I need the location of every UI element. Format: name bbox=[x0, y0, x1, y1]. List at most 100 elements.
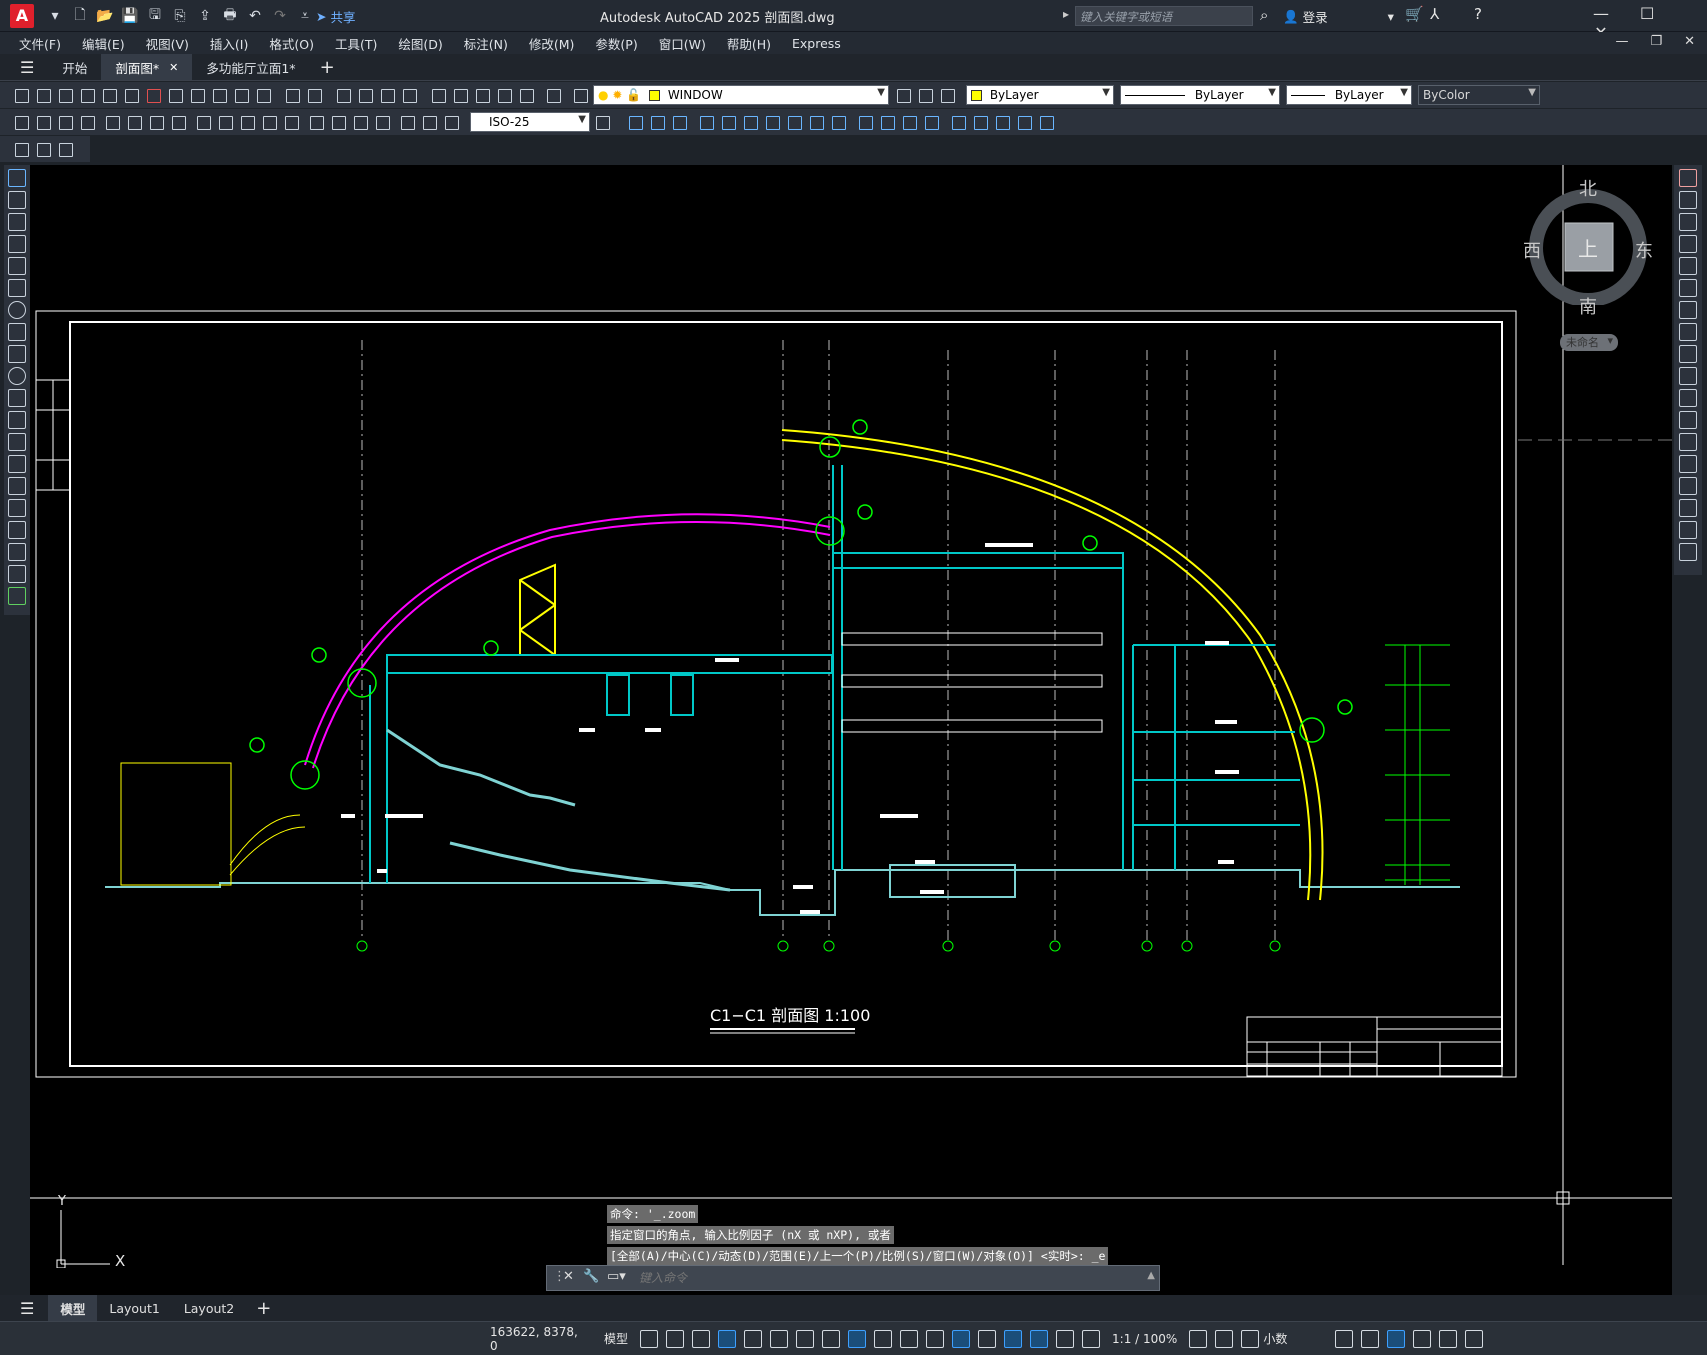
menu-parametric[interactable]: 参数(P) bbox=[595, 34, 637, 53]
thicken-icon[interactable] bbox=[948, 112, 968, 132]
extend-icon[interactable] bbox=[1679, 389, 1697, 407]
dynamic-ucs-icon[interactable] bbox=[978, 1329, 997, 1348]
viewcube-north[interactable]: 北 bbox=[1579, 175, 1597, 201]
revision-cloud-icon[interactable] bbox=[8, 323, 26, 341]
auto-scale-icon[interactable] bbox=[1082, 1329, 1101, 1348]
copy-object-icon[interactable] bbox=[1679, 191, 1697, 209]
print-icon[interactable]: 🖶 bbox=[219, 5, 241, 27]
layer-properties-icon[interactable] bbox=[570, 85, 590, 105]
radius-icon[interactable] bbox=[102, 112, 122, 132]
restore-icon[interactable]: ❐ bbox=[1650, 34, 1662, 49]
clean-screen-icon[interactable] bbox=[1439, 1329, 1458, 1348]
new-tab-icon[interactable]: + bbox=[320, 57, 335, 78]
customize-icon[interactable]: ⩡ bbox=[294, 5, 316, 27]
menu-window[interactable]: 窗口(W) bbox=[659, 34, 706, 53]
line-icon[interactable] bbox=[8, 169, 26, 187]
polar-tracking-icon[interactable] bbox=[770, 1329, 789, 1348]
chevron-down-icon[interactable]: ▾ bbox=[44, 5, 66, 27]
edit-text-icon[interactable] bbox=[419, 112, 439, 132]
help-icon[interactable] bbox=[543, 85, 563, 105]
multiline-text-icon[interactable] bbox=[8, 565, 26, 583]
explode-icon[interactable] bbox=[1679, 543, 1697, 561]
selection-cycling-icon[interactable] bbox=[926, 1329, 945, 1348]
zoom-realtime-icon[interactable] bbox=[355, 85, 375, 105]
menu-insert[interactable]: 插入(I) bbox=[210, 34, 248, 53]
copy-icon[interactable] bbox=[187, 85, 207, 105]
dynamic-input-icon[interactable] bbox=[718, 1329, 737, 1348]
arc-length-icon[interactable] bbox=[55, 112, 75, 132]
object-snap-tracking-icon[interactable] bbox=[822, 1329, 841, 1348]
stretch-icon[interactable] bbox=[1679, 345, 1697, 363]
scale-icon[interactable] bbox=[1679, 323, 1697, 341]
rectangle-icon[interactable] bbox=[8, 257, 26, 275]
jogged-linear-icon[interactable] bbox=[372, 112, 392, 132]
ellipse-arc-icon[interactable] bbox=[8, 389, 26, 407]
redo-icon[interactable]: ↷ bbox=[269, 5, 291, 27]
revolve-icon[interactable] bbox=[784, 112, 804, 132]
command-input[interactable] bbox=[639, 1269, 1139, 1287]
circle-icon[interactable] bbox=[8, 301, 26, 319]
new-icon[interactable] bbox=[11, 85, 31, 105]
publish-icon[interactable] bbox=[121, 85, 141, 105]
close-tab-icon[interactable]: ✕ bbox=[169, 61, 178, 74]
menu-dimension[interactable]: 标注(N) bbox=[464, 34, 508, 53]
viewcube-west[interactable]: 西 bbox=[1523, 237, 1541, 263]
space-icon[interactable] bbox=[259, 112, 279, 132]
tab-hall-elevation[interactable]: 多功能厅立面1* bbox=[192, 54, 309, 80]
zoom-previous-icon[interactable] bbox=[399, 85, 419, 105]
hamburger-menu-icon[interactable]: ☰ bbox=[20, 1299, 34, 1318]
tool-palettes-icon[interactable] bbox=[472, 85, 492, 105]
annotation-visibility-icon[interactable] bbox=[1056, 1329, 1075, 1348]
solid-torus-icon[interactable] bbox=[740, 112, 760, 132]
web-save-icon[interactable]: ⎘ bbox=[169, 5, 191, 27]
angular-icon[interactable] bbox=[168, 112, 188, 132]
loft-icon[interactable] bbox=[828, 112, 848, 132]
linear-dimension-icon[interactable] bbox=[11, 112, 31, 132]
fillet-icon[interactable] bbox=[1679, 499, 1697, 517]
polyline-icon[interactable] bbox=[8, 213, 26, 231]
menu-file[interactable]: 文件(F) bbox=[19, 34, 61, 53]
rotate-icon[interactable] bbox=[1679, 301, 1697, 319]
upload-icon[interactable]: ⇪ bbox=[194, 5, 216, 27]
new-file-icon[interactable]: 🗋 bbox=[69, 5, 91, 27]
close-icon[interactable]: ✕ bbox=[563, 1269, 574, 1284]
solid-box-icon[interactable] bbox=[625, 112, 645, 132]
add-selected-icon[interactable] bbox=[8, 587, 26, 605]
menu-edit[interactable]: 编辑(E) bbox=[82, 34, 125, 53]
arc-icon[interactable] bbox=[8, 279, 26, 297]
mirror-icon[interactable] bbox=[1679, 213, 1697, 231]
baseline-icon[interactable] bbox=[215, 112, 235, 132]
layer-isolate-icon[interactable] bbox=[33, 139, 53, 159]
make-block-icon[interactable] bbox=[8, 433, 26, 451]
zoom-window-icon[interactable] bbox=[377, 85, 397, 105]
join-icon[interactable] bbox=[1679, 455, 1697, 473]
open-folder-icon[interactable]: 📂 bbox=[94, 5, 116, 27]
help-icon[interactable]: ? bbox=[1474, 5, 1482, 23]
menu-view[interactable]: 视图(V) bbox=[146, 34, 189, 53]
viewcube-east[interactable]: 东 bbox=[1635, 237, 1653, 263]
menu-format[interactable]: 格式(O) bbox=[269, 34, 314, 53]
chamfer-icon[interactable] bbox=[1679, 477, 1697, 495]
fillet-edge-icon[interactable] bbox=[1014, 112, 1034, 132]
chevron-right-icon[interactable]: ▸ bbox=[1063, 7, 1069, 21]
tab-layout2[interactable]: Layout2 bbox=[172, 1295, 246, 1321]
menu-tools[interactable]: 工具(T) bbox=[335, 34, 377, 53]
ordinate-icon[interactable] bbox=[77, 112, 97, 132]
menu-draw[interactable]: 绘图(D) bbox=[398, 34, 442, 53]
object-snap-icon[interactable] bbox=[848, 1329, 867, 1348]
properties-icon[interactable] bbox=[428, 85, 448, 105]
extrude-icon[interactable] bbox=[762, 112, 782, 132]
coordinates-readout[interactable]: 163622, 8378, 0 bbox=[490, 1325, 580, 1353]
viewcube-top-face[interactable]: 上 bbox=[1578, 233, 1598, 262]
minimize-icon[interactable]: — bbox=[1580, 4, 1622, 23]
3d-object-snap-icon[interactable] bbox=[952, 1329, 971, 1348]
plotstyle-dropdown[interactable]: ByColor ▼ bbox=[1418, 85, 1540, 105]
maximize-icon[interactable]: ☐ bbox=[1626, 4, 1668, 23]
table-icon[interactable] bbox=[8, 543, 26, 561]
layer-walk-icon[interactable] bbox=[55, 139, 75, 159]
pdf-icon[interactable] bbox=[143, 85, 163, 105]
presspull-icon[interactable] bbox=[970, 112, 990, 132]
minimize-icon[interactable]: — bbox=[1615, 34, 1628, 49]
model-space-toggle[interactable]: 模型 bbox=[604, 1330, 628, 1347]
isolate-objects-icon[interactable] bbox=[1387, 1329, 1406, 1348]
